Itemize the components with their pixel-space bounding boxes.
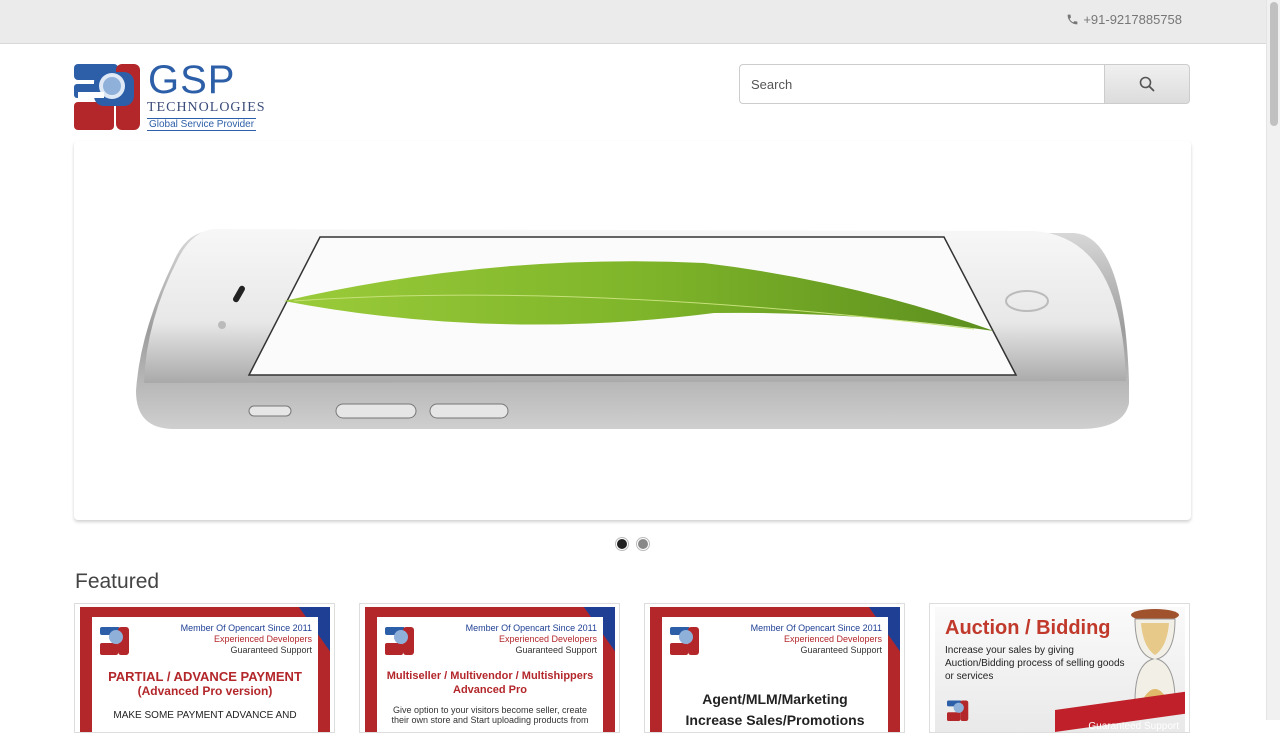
product-image[interactable]: Member Of Opencart Since 2011 Experienced… [80, 607, 330, 732]
member-text: Member Of Opencart Since 2011 [180, 623, 312, 633]
product-image[interactable]: Auction / Bidding Increase your sales by… [935, 607, 1185, 732]
product-description: Increase your sales by giving Auction/Bi… [945, 645, 1125, 682]
scrollbar-thumb[interactable] [1270, 2, 1278, 126]
product-card[interactable]: Member Of Opencart Since 2011 Experienced… [359, 603, 620, 733]
support-text: Guaranteed Support [515, 645, 597, 655]
experience-text: Experienced Developers [213, 634, 312, 644]
support-text: Guaranteed Support [1088, 721, 1179, 732]
product-subtitle: Advanced Pro [453, 684, 527, 696]
slide-dot-2[interactable] [637, 538, 649, 550]
search-input[interactable] [739, 64, 1104, 104]
search-bar [739, 64, 1190, 104]
product-card[interactable]: Auction / Bidding Increase your sales by… [929, 603, 1190, 733]
gsp-mini-logo [385, 627, 414, 655]
product-title: Auction / Bidding [945, 617, 1111, 639]
search-button[interactable] [1104, 64, 1190, 104]
search-icon [1139, 76, 1155, 92]
hero-slideshow[interactable] [74, 141, 1191, 520]
product-image[interactable]: Member Of Opencart Since 2011 Experienced… [365, 607, 615, 732]
product-card[interactable]: Member Of Opencart Since 2011 Experienced… [74, 603, 335, 733]
product-description: MAKE SOME PAYMENT ADVANCE AND [113, 710, 297, 721]
phone-number: +91-9217885758 [1083, 12, 1182, 27]
product-title: Agent/MLM/Marketing [702, 691, 848, 707]
support-text: Guaranteed Support [800, 645, 882, 655]
slideshow-pagination [616, 538, 649, 550]
iphone-slide-image [136, 229, 1129, 429]
product-card[interactable]: Member Of Opencart Since 2011 Experienced… [644, 603, 905, 733]
member-text: Member Of Opencart Since 2011 [750, 623, 882, 633]
support-text: Guaranteed Support [230, 645, 312, 655]
gsp-mini-logo [100, 627, 129, 655]
logo-name: GSP [148, 58, 236, 102]
top-bar: +91-9217885758 [0, 0, 1266, 44]
logo-technologies: TECHNOLOGIES [147, 100, 266, 115]
product-subtitle: Increase Sales/Promotions [685, 712, 865, 728]
product-title: Multiseller / Multivendor / Multishipper… [386, 670, 594, 682]
product-title: PARTIAL / ADVANCE PAYMENT [108, 669, 302, 684]
phone-contact[interactable]: +91-9217885758 [1066, 12, 1182, 27]
product-image[interactable]: Member Of Opencart Since 2011 Experienced… [650, 607, 900, 732]
product-subtitle: (Advanced Pro version) [137, 684, 273, 698]
site-logo[interactable]: GSP TECHNOLOGIES Global Service Provider [74, 58, 276, 134]
gsp-logo-mark [74, 64, 140, 130]
member-text: Member Of Opencart Since 2011 [465, 623, 597, 633]
phone-icon [1067, 14, 1078, 25]
gsp-mini-logo [947, 700, 969, 721]
logo-tagline: Global Service Provider [147, 118, 257, 131]
experience-text: Experienced Developers [783, 634, 882, 644]
gsp-mini-logo [670, 627, 699, 655]
experience-text: Experienced Developers [498, 634, 597, 644]
product-description: Give option to your visitors become sell… [391, 705, 589, 725]
slide-dot-1[interactable] [616, 538, 628, 550]
featured-heading: Featured [75, 570, 160, 593]
page-scrollbar[interactable] [1266, 0, 1280, 720]
